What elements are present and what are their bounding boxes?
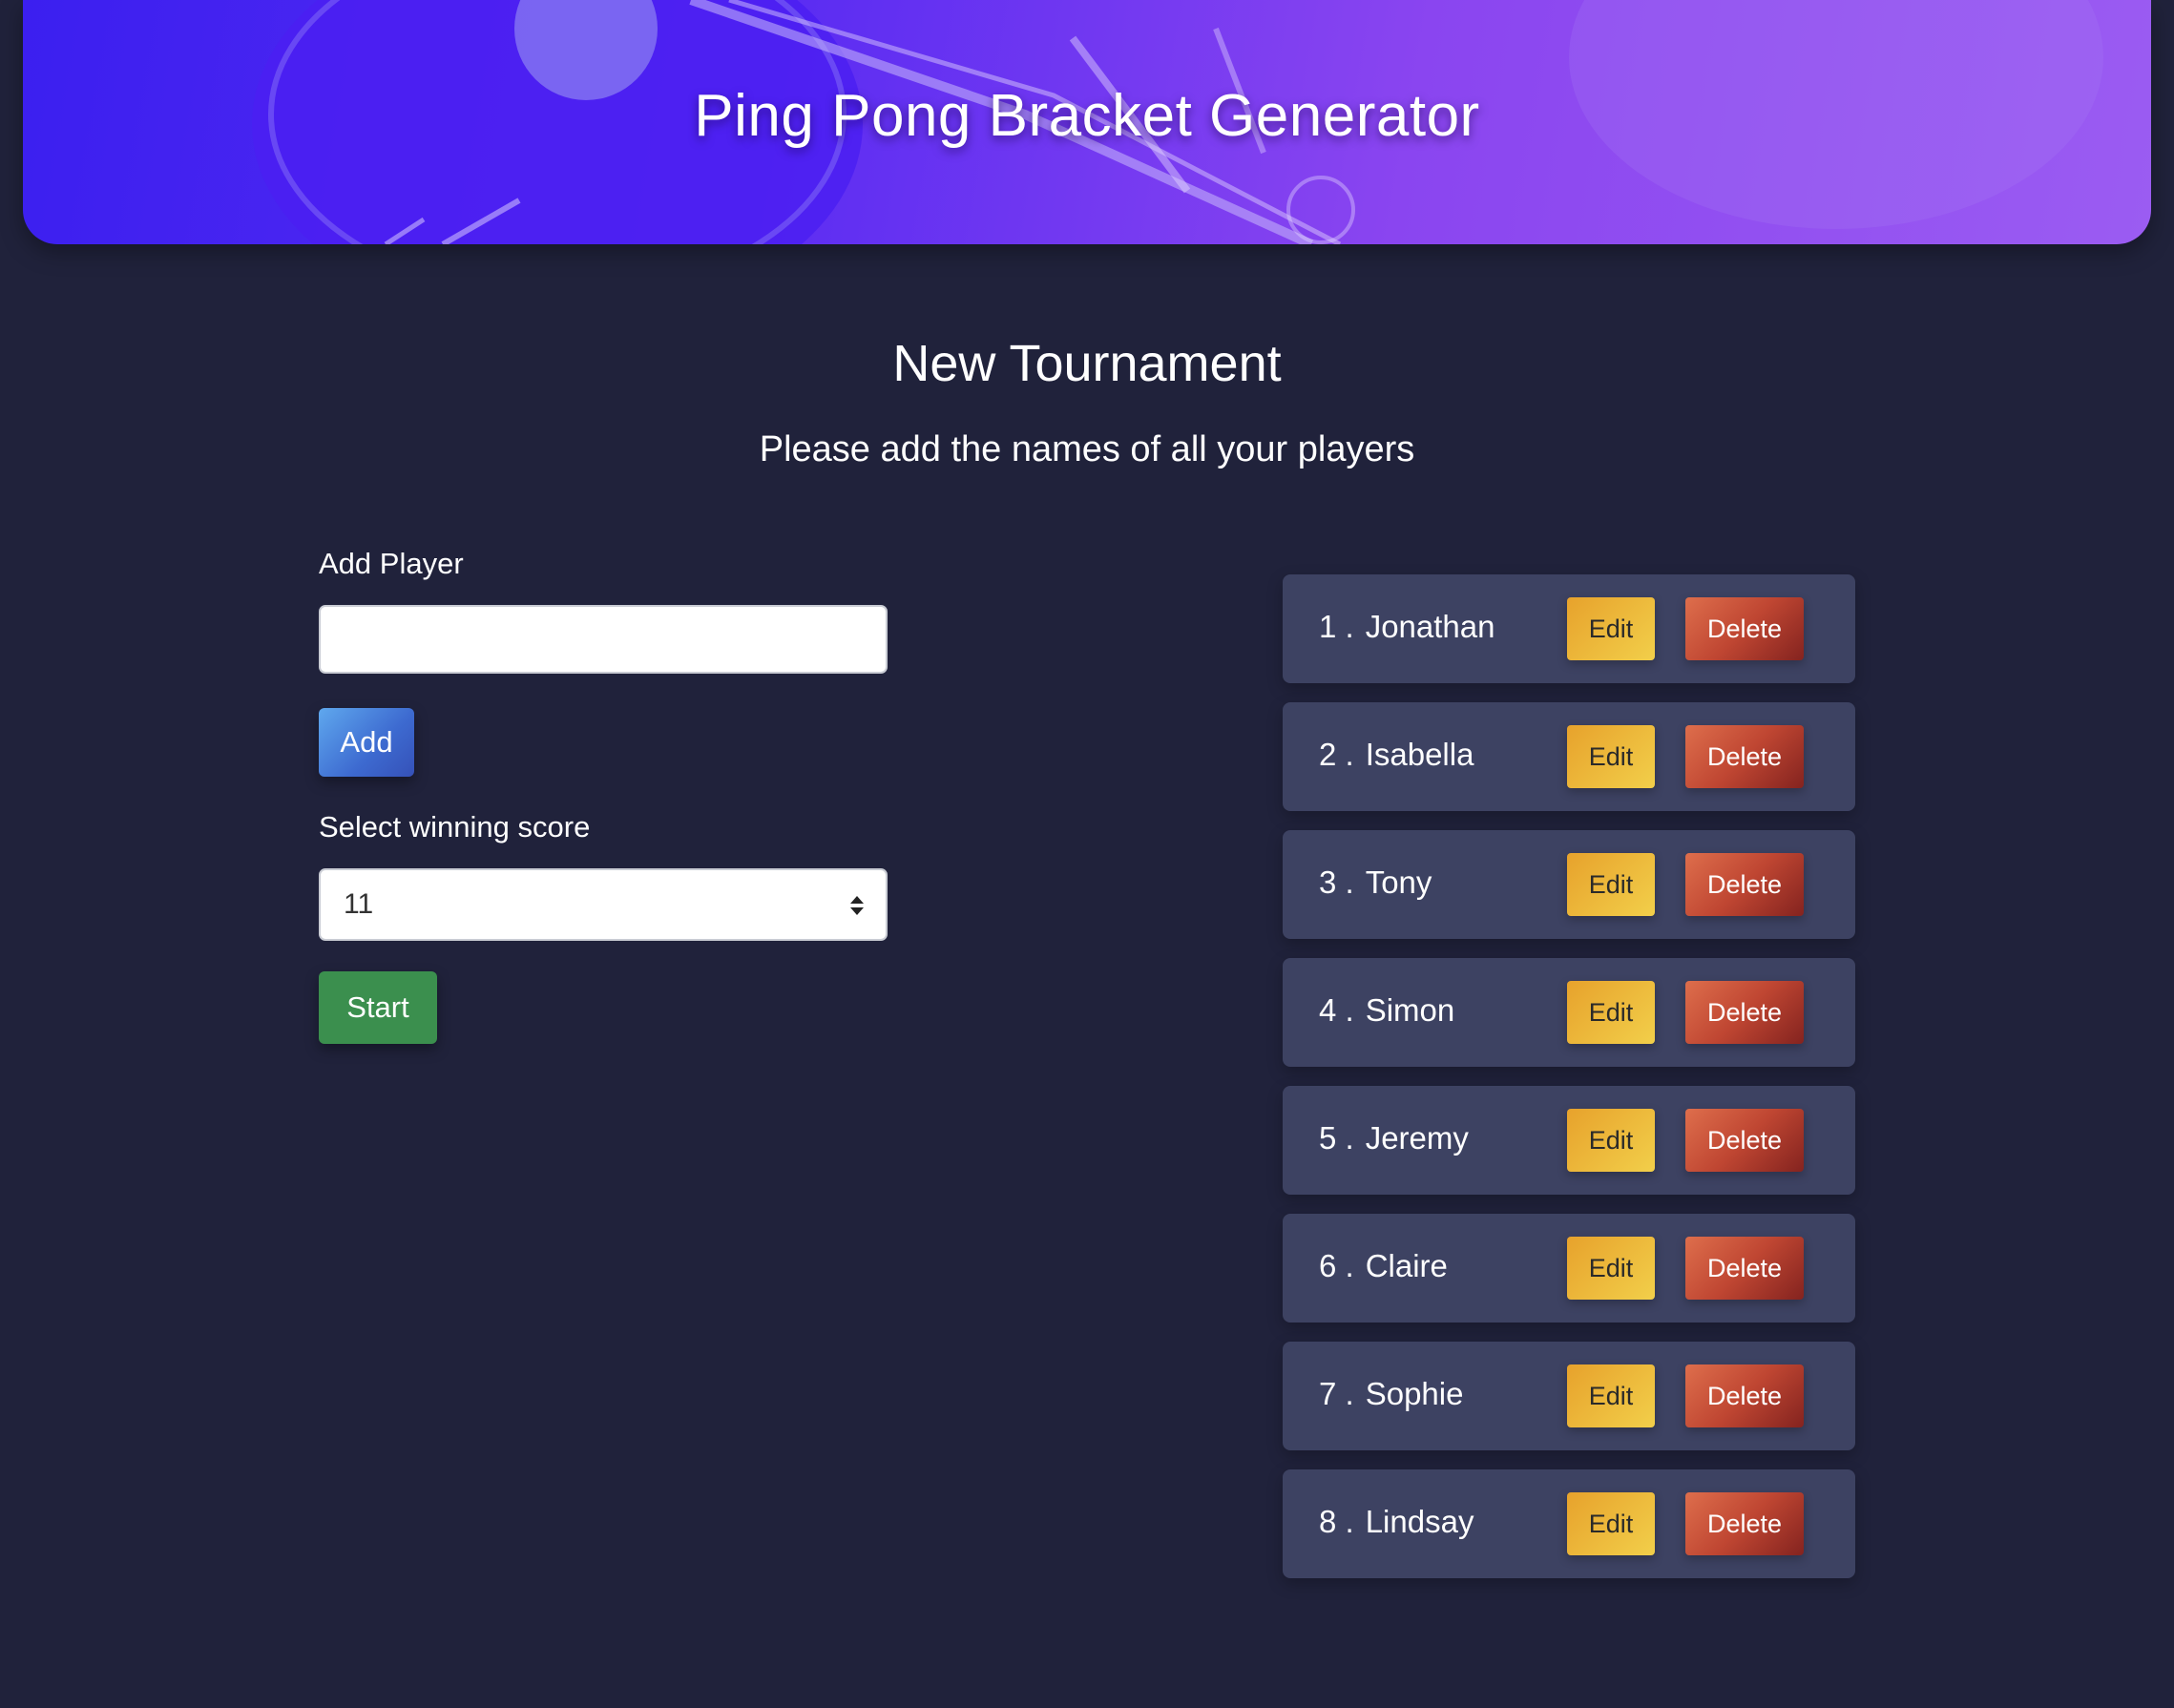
header-banner: Ping Pong Bracket Generator [23,0,2151,244]
winning-score-value: 11 [344,888,374,920]
edit-button[interactable]: Edit [1567,853,1655,916]
player-number: 3 . [1319,864,1354,900]
start-button[interactable]: Start [319,971,437,1044]
player-name: 7 . Sophie [1319,1376,1463,1412]
player-name-text: Simon [1365,992,1455,1028]
page-title: New Tournament [892,335,1282,392]
edit-button[interactable]: Edit [1567,1492,1655,1555]
player-name: 8 . Lindsay [1319,1504,1474,1540]
player-number: 1 . [1319,609,1354,644]
delete-button[interactable]: Delete [1685,1109,1804,1172]
delete-button[interactable]: Delete [1685,725,1804,788]
player-row: 3 . Tony Edit Delete [1283,830,1855,939]
delete-button[interactable]: Delete [1685,853,1804,916]
player-row: 1 . Jonathan Edit Delete [1283,574,1855,683]
player-number: 8 . [1319,1504,1354,1539]
player-name-text: Isabella [1365,737,1474,772]
player-name: 2 . Isabella [1319,737,1474,773]
delete-button[interactable]: Delete [1685,597,1804,660]
player-name-text: Jeremy [1365,1120,1469,1156]
edit-button[interactable]: Edit [1567,1364,1655,1427]
select-arrows-icon [850,896,864,915]
delete-button[interactable]: Delete [1685,1364,1804,1427]
player-row: 8 . Lindsay Edit Delete [1283,1469,1855,1578]
add-player-input[interactable] [319,605,888,674]
player-row: 6 . Claire Edit Delete [1283,1214,1855,1323]
player-name-text: Lindsay [1365,1504,1474,1539]
player-name-text: Claire [1365,1248,1448,1283]
player-name-text: Jonathan [1365,609,1495,644]
player-number: 4 . [1319,992,1354,1028]
add-button[interactable]: Add [319,708,414,777]
player-row: 7 . Sophie Edit Delete [1283,1342,1855,1450]
edit-button[interactable]: Edit [1567,725,1655,788]
edit-button[interactable]: Edit [1567,1237,1655,1300]
edit-button[interactable]: Edit [1567,981,1655,1044]
winning-score-select[interactable]: 11 [319,868,888,941]
player-name-text: Tony [1365,864,1432,900]
player-row: 2 . Isabella Edit Delete [1283,702,1855,811]
add-player-label: Add Player [319,547,464,580]
player-name: 4 . Simon [1319,992,1454,1029]
delete-button[interactable]: Delete [1685,981,1804,1044]
player-name: 3 . Tony [1319,864,1432,901]
page-subtitle: Please add the names of all your players [759,429,1415,469]
player-number: 5 . [1319,1120,1354,1156]
app-title: Ping Pong Bracket Generator [694,83,1480,149]
delete-button[interactable]: Delete [1685,1237,1804,1300]
player-row: 5 . Jeremy Edit Delete [1283,1086,1855,1195]
player-name: 6 . Claire [1319,1248,1448,1284]
player-number: 2 . [1319,737,1354,772]
player-name: 1 . Jonathan [1319,609,1495,645]
player-name-text: Sophie [1365,1376,1464,1411]
edit-button[interactable]: Edit [1567,597,1655,660]
player-name: 5 . Jeremy [1319,1120,1469,1156]
player-number: 6 . [1319,1248,1354,1283]
winning-score-label: Select winning score [319,810,591,844]
edit-button[interactable]: Edit [1567,1109,1655,1172]
player-row: 4 . Simon Edit Delete [1283,958,1855,1067]
delete-button[interactable]: Delete [1685,1492,1804,1555]
player-number: 7 . [1319,1376,1354,1411]
